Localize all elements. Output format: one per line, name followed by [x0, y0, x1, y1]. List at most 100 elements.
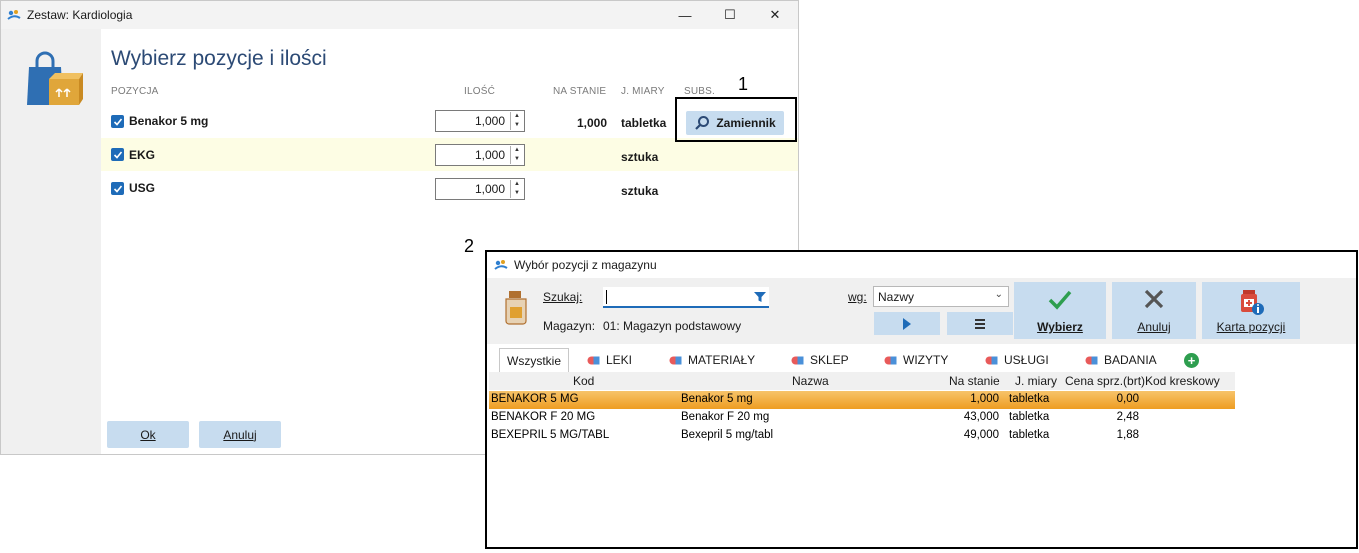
quantity-value[interactable]: 1,000	[475, 114, 505, 128]
column-header-name[interactable]: Nazwa	[792, 374, 829, 388]
annotation-label-1: 1	[738, 74, 749, 94]
annotation-label-2: 2	[464, 236, 475, 256]
cell-name: Benakor 5 mg	[681, 393, 753, 405]
item-checkbox[interactable]	[111, 148, 124, 161]
window-title: Zestaw: Kardiologia	[27, 8, 133, 22]
pill-icon	[587, 356, 600, 364]
quantity-stepper[interactable]: 1,000 ▲ ▼	[435, 144, 525, 166]
spin-up-icon[interactable]: ▲	[511, 146, 523, 155]
cell-code: BEXEPRIL 5 MG/TABL	[491, 429, 610, 441]
sort-value: Nazwy	[878, 290, 915, 304]
quantity-value[interactable]: 1,000	[475, 148, 505, 162]
column-header-stock: NA STANIE	[553, 86, 607, 97]
column-header-barcode[interactable]: Kod kreskowy	[1145, 374, 1220, 388]
item-name: Benakor 5 mg	[129, 114, 209, 128]
tab-drugs[interactable]: LEKI	[587, 348, 632, 372]
stock-value: 1,000	[577, 116, 608, 130]
pill-icon	[985, 356, 998, 364]
cancel-button[interactable]: Anuluj	[199, 421, 281, 448]
cancel-button-label: Anuluj	[1137, 320, 1171, 334]
tab-materials[interactable]: MATERIAŁY	[669, 348, 755, 372]
app-logo-icon	[494, 260, 508, 270]
tab-label: MATERIAŁY	[688, 353, 756, 367]
warehouse-picker-window: Wybór pozycji z magazynu Szukaj: Magazyn…	[487, 252, 1356, 547]
minimize-button[interactable]: —	[663, 1, 707, 29]
play-button[interactable]	[874, 312, 940, 335]
table-row[interactable]: BEXEPRIL 5 MG/TABL Bexepril 5 mg/tabl 49…	[489, 427, 1235, 445]
page-title: Wybierz pozycje i ilości	[111, 47, 327, 70]
tab-label: LEKI	[606, 353, 633, 367]
tab-visits[interactable]: WIZYTY	[884, 348, 948, 372]
play-icon	[903, 317, 911, 330]
close-button[interactable]: ✕	[753, 1, 797, 29]
cell-price: 0,00	[1116, 393, 1139, 405]
window-title: Wybór pozycji z magazynu	[514, 258, 657, 272]
cell-code: BENAKOR 5 MG	[491, 393, 579, 405]
item-checkbox[interactable]	[111, 115, 124, 128]
tab-services[interactable]: USŁUGI	[985, 348, 1049, 372]
ok-button[interactable]: Ok	[107, 421, 189, 448]
cell-price: 2,48	[1116, 411, 1139, 423]
sort-select[interactable]: Nazwy ⌄	[873, 286, 1009, 307]
tab-tests[interactable]: BADANIA	[1085, 348, 1157, 372]
column-header-code[interactable]: Kod	[573, 374, 594, 388]
item-checkbox[interactable]	[111, 182, 124, 195]
item-card-button[interactable]: Karta pozycji	[1202, 282, 1300, 339]
item-name: EKG	[129, 148, 156, 162]
chevron-down-icon: ⌄	[994, 289, 1003, 300]
cell-name: Bexepril 5 mg/tabl	[681, 429, 774, 441]
column-header-stock[interactable]: Na stanie	[949, 374, 1000, 388]
tab-label: USŁUGI	[1004, 353, 1049, 367]
add-tab-icon[interactable]: +	[1184, 353, 1199, 368]
spin-down-icon[interactable]: ▼	[511, 121, 523, 130]
shopping-bag-icon	[27, 51, 83, 105]
cell-stock: 1,000	[970, 393, 999, 405]
grid-header: Kod Nazwa Na stanie J. miary Cena sprz.(…	[489, 372, 1235, 390]
quantity-stepper[interactable]: 1,000 ▲ ▼	[435, 110, 525, 132]
list-menu-button[interactable]	[947, 312, 1013, 335]
spin-down-icon[interactable]: ▼	[511, 155, 523, 164]
pill-icon	[669, 356, 682, 364]
table-row[interactable]: BENAKOR 5 MG Benakor 5 mg 1,000 tabletka…	[489, 391, 1235, 409]
pill-icon	[791, 356, 804, 364]
tab-label: BADANIA	[1104, 353, 1157, 367]
unit-value: sztuka	[621, 184, 659, 198]
cell-stock: 43,000	[963, 411, 999, 423]
column-header-unit[interactable]: J. miary	[1015, 374, 1057, 388]
close-icon	[1144, 289, 1164, 309]
spin-up-icon[interactable]: ▲	[511, 180, 523, 189]
tab-label: SKLEP	[810, 353, 849, 367]
medicine-jar-icon	[505, 291, 527, 325]
spin-down-icon[interactable]: ▼	[511, 189, 523, 198]
cell-unit: tabletka	[1009, 411, 1050, 423]
column-header-substitute: SUBS.	[684, 86, 716, 97]
quantity-value[interactable]: 1,000	[475, 182, 505, 196]
table-row[interactable]: BENAKOR F 20 MG Benakor F 20 mg 43,000 t…	[489, 409, 1235, 427]
column-header-quantity: ILOŚĆ	[464, 86, 496, 97]
annotation-box-1	[675, 97, 797, 142]
maximize-button[interactable]: ☐	[708, 1, 752, 29]
app-logo-icon	[7, 10, 21, 20]
spin-up-icon[interactable]: ▲	[511, 112, 523, 121]
select-button[interactable]: Wybierz	[1014, 282, 1106, 339]
search-label: Szukaj:	[543, 290, 583, 304]
quantity-stepper[interactable]: 1,000 ▲ ▼	[435, 178, 525, 200]
column-header-unit: J. MIARY	[621, 86, 665, 97]
column-header-position: POZYCJA	[111, 86, 159, 97]
filter-icon[interactable]	[753, 290, 767, 304]
column-header-price[interactable]: Cena sprz.(brt)	[1065, 374, 1145, 388]
tab-shop[interactable]: SKLEP	[791, 348, 849, 372]
search-input[interactable]	[603, 287, 769, 308]
cell-code: BENAKOR F 20 MG	[491, 411, 596, 423]
sort-label: wg:	[848, 290, 867, 304]
text-caret	[606, 290, 607, 304]
medicine-card-icon	[1241, 290, 1264, 315]
cancel-button[interactable]: Anuluj	[1112, 282, 1196, 339]
warehouse-label: Magazyn:	[543, 319, 596, 333]
item-card-button-label: Karta pozycji	[1216, 320, 1286, 334]
menu-icon	[975, 318, 985, 329]
item-name: USG	[129, 181, 156, 195]
tab-label: WIZYTY	[903, 353, 949, 367]
warehouse-value: 01: Magazyn podstawowy	[603, 319, 742, 333]
tab-all[interactable]: Wszystkie	[499, 348, 569, 372]
